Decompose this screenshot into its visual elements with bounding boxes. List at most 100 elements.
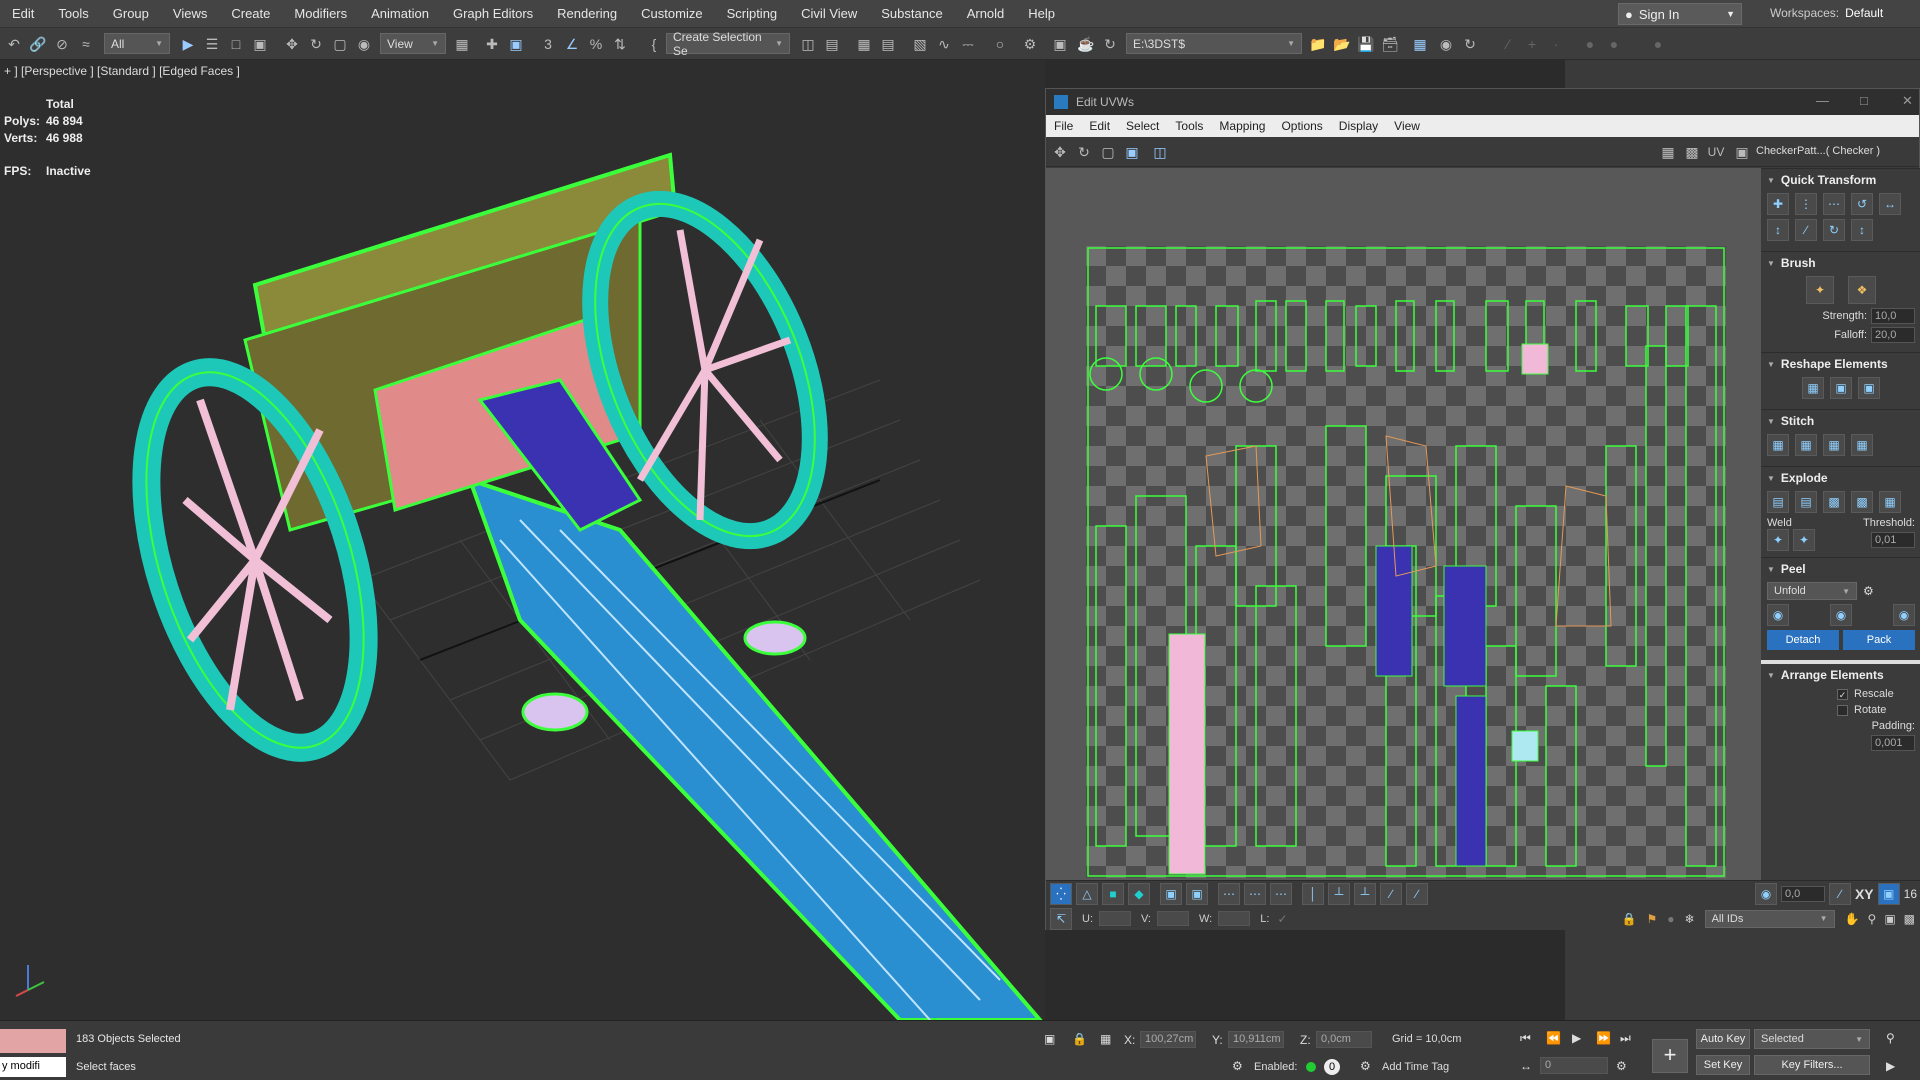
select-object-icon[interactable]: ▶ [178, 34, 198, 54]
menu-substance[interactable]: Substance [869, 6, 954, 21]
detach-button[interactable]: Detach [1767, 630, 1839, 650]
l-checkbox[interactable]: ✓ [1277, 912, 1287, 926]
uv-freeform-icon[interactable]: ▣ [1122, 142, 1142, 162]
z-coord-field[interactable]: 0,0cm [1316, 1031, 1372, 1048]
space-horizontal-icon[interactable]: ↔ [1879, 193, 1901, 215]
stitch-header[interactable]: ▼ Stitch [1767, 414, 1915, 428]
rotate-icon[interactable]: ↻ [306, 34, 326, 54]
weld-all-icon[interactable]: ✦ [1793, 529, 1815, 551]
set-key-big-icon[interactable]: + [1652, 1039, 1688, 1073]
sign-in-dropdown[interactable]: ● Sign In ▼ [1618, 3, 1742, 25]
peel-header[interactable]: ▼ Peel [1767, 562, 1915, 576]
rescale-checkbox[interactable]: ✓ Rescale [1837, 688, 1915, 700]
close-icon[interactable]: ✕ [1902, 93, 1913, 109]
uvw-menu-mapping[interactable]: Mapping [1211, 119, 1273, 133]
falloff-spinner[interactable]: 20,0 [1871, 327, 1915, 343]
menu-views[interactable]: Views [161, 6, 219, 21]
pivot-center-icon[interactable]: ▦ [452, 34, 472, 54]
arrange-elements-header[interactable]: ▼ Arrange Elements [1767, 668, 1915, 682]
shrink-selection-icon[interactable]: ▣ [1186, 882, 1208, 905]
edge-loop-icon[interactable]: ⋯ [1270, 882, 1292, 905]
flatten-custom-icon[interactable]: ▦ [1879, 491, 1901, 513]
snap-toggle-icon[interactable]: 3 [538, 34, 558, 54]
curve-editor-icon[interactable]: ∿ [934, 34, 954, 54]
peel-mode-icon[interactable]: ◉ [1830, 604, 1852, 626]
render-icon[interactable]: ☕ [1076, 34, 1096, 54]
stitch-to-target-icon[interactable]: ▦ [1767, 434, 1789, 456]
time-tag-icon[interactable]: ⚙ [1232, 1059, 1243, 1073]
render-setup-icon[interactable]: ⚙ [1020, 34, 1040, 54]
rotate-90-icon[interactable]: ↺ [1851, 193, 1873, 215]
reset-peel-icon[interactable]: ◉ [1893, 604, 1915, 626]
hide-icon[interactable]: ⚑ [1646, 912, 1657, 926]
stitch-average-icon[interactable]: ▦ [1795, 434, 1817, 456]
sync-icon[interactable]: ↻ [1460, 34, 1480, 54]
go-to-end-icon[interactable]: ⏭ [1620, 1031, 1631, 1046]
link-icon[interactable]: 🔗 [28, 34, 48, 54]
select-manipulate-icon[interactable]: ✚ [482, 34, 502, 54]
bind-space-warp-icon[interactable]: ≈ [76, 34, 96, 54]
keyboard-shortcut-toggle-icon[interactable]: ▣ [506, 34, 526, 54]
menu-edit[interactable]: Edit [0, 6, 46, 21]
open-edge-icon[interactable]: │ [1302, 882, 1324, 905]
dot-disabled-icon[interactable]: · [1546, 34, 1566, 54]
linear-align-icon[interactable]: ∕ [1795, 219, 1817, 241]
layer-explorer-icon[interactable]: ▤ [878, 34, 898, 54]
named-selection-set-dropdown[interactable]: Create Selection Se ▼ [666, 30, 790, 58]
stitch-to-source-icon[interactable]: ▦ [1823, 434, 1845, 456]
unlink-icon[interactable]: ⊘ [52, 34, 72, 54]
key-filters-button[interactable]: Key Filters... [1754, 1055, 1870, 1075]
relax-brush-icon[interactable]: ❖ [1848, 276, 1876, 304]
object-color-swatch[interactable] [0, 1029, 66, 1053]
edit-named-selection-icon[interactable]: { [644, 34, 664, 54]
seam-icon[interactable]: ┴ [1328, 882, 1350, 905]
maximize-icon[interactable]: □ [1860, 93, 1868, 108]
polygon-mode-icon[interactable]: ■ [1102, 882, 1124, 905]
xy-plane-toggle[interactable]: XY [1855, 886, 1874, 902]
align-to-edge-icon[interactable]: ↕ [1767, 219, 1789, 241]
ring-select-icon[interactable]: ⋯ [1218, 882, 1240, 905]
menu-group[interactable]: Group [101, 6, 161, 21]
set-pivot-icon[interactable]: ✚ [1767, 193, 1789, 215]
peel-settings-icon[interactable]: ⚙ [1863, 584, 1874, 598]
select-by-name-icon[interactable]: ☰ [202, 34, 222, 54]
archive-icon[interactable]: 🗃 [1380, 34, 1400, 54]
uv-rotate-icon[interactable]: ↻ [1074, 142, 1094, 162]
menu-rendering[interactable]: Rendering [545, 6, 629, 21]
uvw-menu-view[interactable]: View [1386, 119, 1428, 133]
w-field[interactable] [1218, 911, 1251, 926]
uv-editor-canvas[interactable] [1046, 168, 1761, 880]
checker-map-dropdown[interactable]: CheckerPatt...( Checker ) [1756, 145, 1880, 157]
reference-coordinate-dropdown[interactable]: View ▼ [380, 33, 446, 54]
uvw-menu-options[interactable]: Options [1273, 119, 1330, 133]
workspaces-selector[interactable]: Workspaces: Default [1770, 6, 1883, 20]
menu-scripting[interactable]: Scripting [715, 6, 790, 21]
circle-disabled-icon[interactable]: ● [1580, 34, 1600, 54]
menu-arnold[interactable]: Arnold [955, 6, 1017, 21]
project-folder-icon[interactable]: 📁 [1308, 34, 1328, 54]
menu-customize[interactable]: Customize [629, 6, 714, 21]
break-icon[interactable]: ▤ [1767, 491, 1789, 513]
set-key-button[interactable]: Set Key [1696, 1055, 1750, 1075]
grid-snap-icon[interactable]: ▣ [1877, 882, 1900, 905]
reshape-elements-header[interactable]: ▼ Reshape Elements [1767, 357, 1915, 371]
uvw-menu-tools[interactable]: Tools [1167, 119, 1211, 133]
time-config-icon[interactable]: ⚙ [1616, 1059, 1627, 1073]
v-field[interactable] [1157, 911, 1189, 926]
material-editor-icon[interactable]: ○ [990, 34, 1010, 54]
zoom-extents-icon[interactable]: ▩ [1904, 912, 1915, 926]
grow-selection-icon[interactable]: ▣ [1160, 882, 1182, 905]
previous-frame-icon[interactable]: ⏪ [1546, 1031, 1561, 1045]
uvw-menu-display[interactable]: Display [1331, 119, 1386, 133]
menu-create[interactable]: Create [219, 6, 282, 21]
peel-mode-dropdown[interactable]: Unfold ▼ [1767, 582, 1857, 600]
schematic-view-icon[interactable]: ⎓ [958, 34, 978, 54]
angle-snap-icon[interactable]: ∠ [562, 34, 582, 54]
element-mode-icon[interactable]: ◆ [1128, 882, 1150, 905]
menu-tools[interactable]: Tools [46, 6, 100, 21]
project-path-dropdown[interactable]: E:\3DST$ ▼ [1126, 33, 1302, 54]
place-icon[interactable]: ◉ [354, 34, 374, 54]
window-crossing-icon[interactable]: ▣ [250, 34, 270, 54]
uv-scale-icon[interactable]: ▢ [1098, 142, 1118, 162]
menu-modifiers[interactable]: Modifiers [282, 6, 359, 21]
